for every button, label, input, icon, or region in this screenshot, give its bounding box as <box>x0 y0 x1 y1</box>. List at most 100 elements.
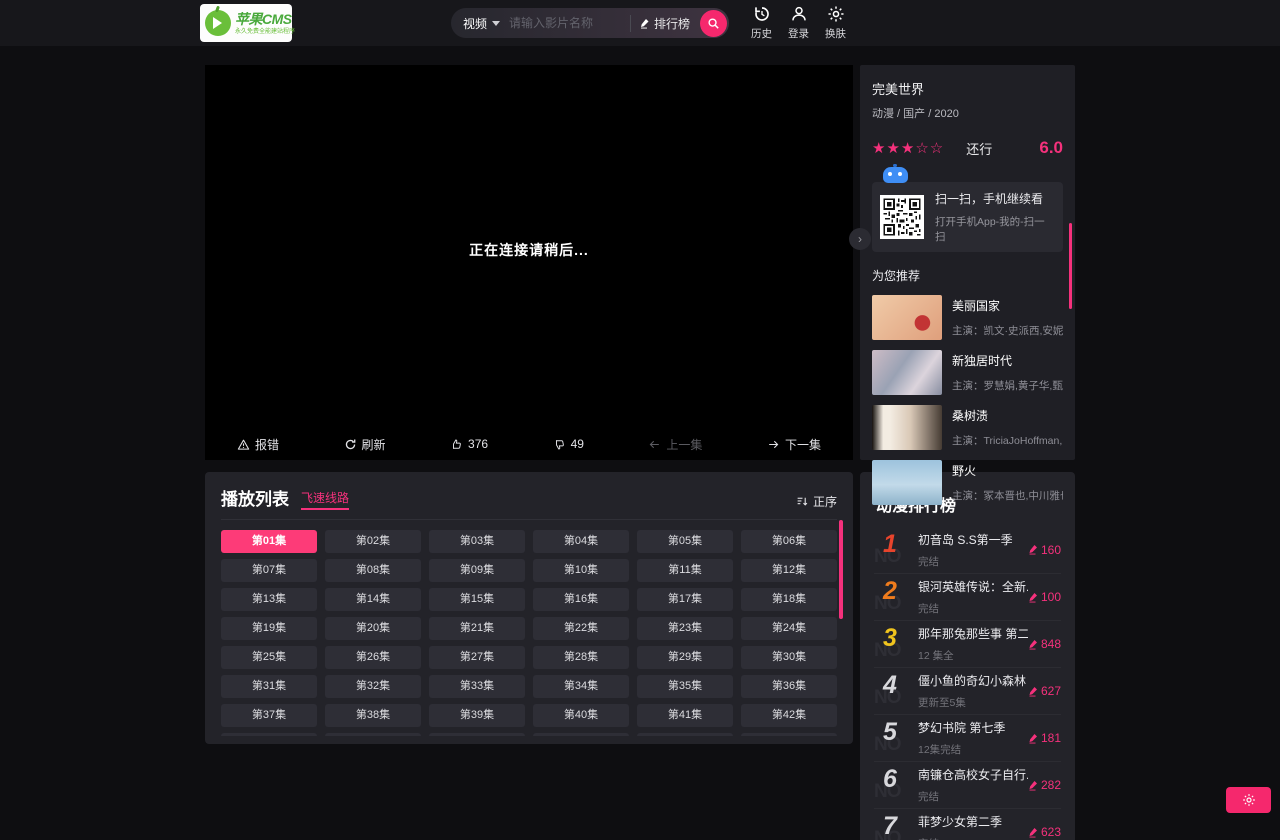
episode-button[interactable]: 第01集 <box>221 530 317 553</box>
episode-button[interactable]: 第07集 <box>221 559 317 582</box>
ranking-item-status: 完结 <box>918 791 939 803</box>
rank-number: 2 <box>883 577 897 605</box>
episode-button[interactable]: 第13集 <box>221 588 317 611</box>
episode-button[interactable]: 第09集 <box>429 559 525 582</box>
episode-button[interactable]: 第39集 <box>429 704 525 727</box>
episode-button[interactable]: 第15集 <box>429 588 525 611</box>
episode-button[interactable]: 第28集 <box>533 646 629 669</box>
rank-badge: NO 7 <box>874 812 914 840</box>
episode-button[interactable]: 第34集 <box>533 675 629 698</box>
episode-button[interactable]: 第42集 <box>741 704 837 727</box>
header-action[interactable]: 换肤 <box>825 5 846 41</box>
line-tab[interactable]: 飞速线路 <box>301 489 350 510</box>
ranking-item[interactable]: NO 7 菲梦少女第二季 完结 623 <box>874 808 1061 840</box>
episode-button[interactable]: 第21集 <box>429 617 525 640</box>
ranking-item[interactable]: NO 6 南镰仓高校女子自行... 完结 282 <box>874 761 1061 808</box>
episode-button[interactable]: 第44集 <box>325 733 421 736</box>
episode-button[interactable]: 第35集 <box>637 675 733 698</box>
recommend-item[interactable]: 新独居时代 主演：罗慧娟,黄子华,甄楚倩... <box>872 350 1063 395</box>
recommend-item[interactable]: 美丽国家 主演：凯文·史派西,安妮特... <box>872 295 1063 340</box>
episode-button[interactable]: 第27集 <box>429 646 525 669</box>
rank-badge: NO 6 <box>874 765 914 803</box>
ranking-item[interactable]: NO 2 银河英雄传说：全新... 完结 100 <box>874 573 1061 620</box>
search-input[interactable] <box>509 16 630 30</box>
collapse-arrow-button[interactable]: › <box>849 228 871 250</box>
next-episode-button[interactable]: 下一集 <box>767 436 821 453</box>
episode-button[interactable]: 第06集 <box>741 530 837 553</box>
search-hot-link[interactable]: 排行榜 <box>629 14 700 32</box>
episode-button[interactable]: 第37集 <box>221 704 317 727</box>
episode-button[interactable]: 第33集 <box>429 675 525 698</box>
report-error-button[interactable]: 报错 <box>237 436 279 453</box>
episode-button[interactable]: 第38集 <box>325 704 421 727</box>
pen-icon <box>1029 733 1037 743</box>
episode-button[interactable]: 第18集 <box>741 588 837 611</box>
episode-button[interactable]: 第48集 <box>741 733 837 736</box>
episode-button[interactable]: 第03集 <box>429 530 525 553</box>
episode-button[interactable]: 第31集 <box>221 675 317 698</box>
episode-button[interactable]: 第05集 <box>637 530 733 553</box>
episode-button[interactable]: 第26集 <box>325 646 421 669</box>
header-action[interactable]: 登录 <box>788 5 809 41</box>
sort-label: 正序 <box>812 495 837 509</box>
video-player[interactable]: 正在连接请稍后... 报错 刷新 376 49 上一集 下一集 <box>205 65 853 460</box>
ranking-item[interactable]: NO 5 梦幻书院 第七季 12集完结 181 <box>874 714 1061 761</box>
video-title: 完美世界 <box>872 82 925 97</box>
episode-button[interactable]: 第02集 <box>325 530 421 553</box>
warning-icon <box>237 439 250 450</box>
episode-button[interactable]: 第22集 <box>533 617 629 640</box>
recommend-item[interactable]: 桑树渍 主演：TriciaJoHoffman,Ba... <box>872 405 1063 450</box>
episode-button[interactable]: 第23集 <box>637 617 733 640</box>
recommend-scrollbar[interactable] <box>1069 223 1072 309</box>
episode-button[interactable]: 第04集 <box>533 530 629 553</box>
episode-button[interactable]: 第14集 <box>325 588 421 611</box>
ranking-item[interactable]: NO 1 初音岛 S.S第一季 完结 160 <box>874 526 1061 573</box>
like-button[interactable]: 376 <box>450 437 488 451</box>
episode-button[interactable]: 第47集 <box>637 733 733 736</box>
ranking-item-title: 梦幻书院 第七季 <box>918 721 1006 735</box>
episode-button[interactable]: 第10集 <box>533 559 629 582</box>
recommend-item-title: 美丽国家 <box>952 299 1001 313</box>
site-logo[interactable]: 苹果CMS 永久免费全能建站程序 <box>200 4 295 42</box>
episode-button[interactable]: 第24集 <box>741 617 837 640</box>
sort-icon <box>797 497 808 506</box>
episode-button[interactable]: 第16集 <box>533 588 629 611</box>
recommend-thumbnail <box>872 460 942 505</box>
refresh-button[interactable]: 刷新 <box>344 436 386 453</box>
episode-button[interactable]: 第19集 <box>221 617 317 640</box>
ranking-item-count: 181 <box>1040 731 1061 745</box>
episode-button[interactable]: 第11集 <box>637 559 733 582</box>
episode-button[interactable]: 第30集 <box>741 646 837 669</box>
episode-button[interactable]: 第46集 <box>533 733 629 736</box>
playlist-scrollbar[interactable] <box>839 520 843 619</box>
recommend-item[interactable]: 野火 主演：冢本晋也,中川雅也,中... <box>872 460 1063 505</box>
recommend-item-cast: 主演：凯文·史派西,安妮特... <box>952 325 1063 337</box>
search-category-dropdown[interactable]: 视频 <box>463 15 501 32</box>
episode-button[interactable]: 第08集 <box>325 559 421 582</box>
episode-button[interactable]: 第43集 <box>221 733 317 736</box>
episode-button[interactable]: 第45集 <box>429 733 525 736</box>
search-button[interactable] <box>700 9 727 37</box>
star-rating[interactable]: ★★★☆☆ <box>872 139 944 157</box>
header-action-label: 换肤 <box>825 28 846 40</box>
header-action[interactable]: 历史 <box>751 5 772 41</box>
ranking-item-status: 完结 <box>918 555 939 568</box>
episode-button[interactable]: 第40集 <box>533 704 629 727</box>
prev-episode-button[interactable]: 上一集 <box>648 436 702 453</box>
ranking-item[interactable]: NO 3 那年那兔那些事 第二... 12 集全 848 <box>874 620 1061 667</box>
skin-settings-float-button[interactable] <box>1226 787 1271 813</box>
episode-button[interactable]: 第32集 <box>325 675 421 698</box>
episode-button[interactable]: 第25集 <box>221 646 317 669</box>
episode-button[interactable]: 第12集 <box>741 559 837 582</box>
episode-button[interactable]: 第41集 <box>637 704 733 727</box>
dislike-button[interactable]: 49 <box>553 437 584 451</box>
episode-button[interactable]: 第29集 <box>637 646 733 669</box>
episode-button[interactable]: 第17集 <box>637 588 733 611</box>
rating-label: 还行 <box>966 141 993 157</box>
rank-badge: NO 4 <box>874 671 914 709</box>
ranking-item[interactable]: NO 4 僵小鱼的奇幻小森林 更新至5集 627 <box>874 667 1061 714</box>
episode-button[interactable]: 第20集 <box>325 617 421 640</box>
recommend-thumbnail <box>872 405 942 450</box>
sort-order-button[interactable]: 正序 <box>796 493 837 510</box>
episode-button[interactable]: 第36集 <box>741 675 837 698</box>
